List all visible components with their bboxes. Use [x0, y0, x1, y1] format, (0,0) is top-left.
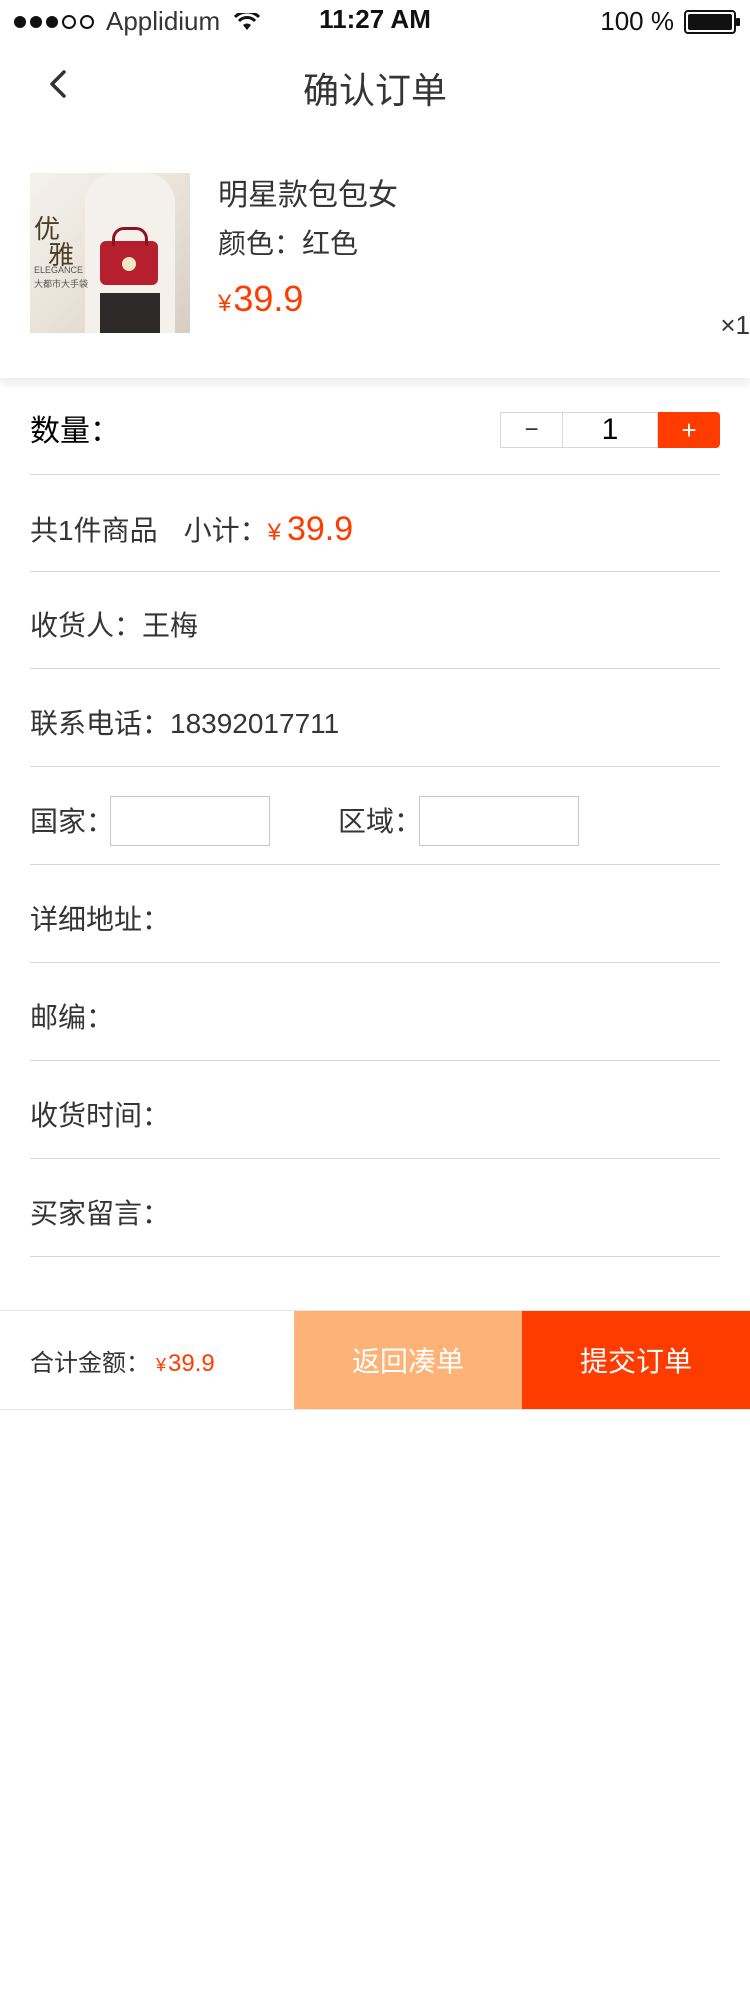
phone-label: 联系电话：18392017711	[30, 708, 340, 739]
quantity-label: 数量：	[30, 415, 120, 448]
postcode-label: 邮编：	[30, 1002, 115, 1033]
country-input[interactable]	[110, 796, 270, 846]
quantity-stepper[interactable]: − 1 +	[500, 412, 720, 448]
product-color: 颜色：红色	[218, 228, 359, 259]
delivery-time-label: 收货时间：	[30, 1100, 171, 1131]
postcode-row[interactable]: 邮编：	[30, 964, 720, 1061]
address-label: 详细地址：	[30, 904, 171, 935]
product-name: 明星款包包女	[218, 179, 398, 212]
area-label: 区域：	[338, 806, 423, 837]
nav-bar: 确认订单	[0, 40, 750, 129]
product-image[interactable]: 优 雅 ELEGANCE 大都市大手袋	[30, 173, 190, 333]
total-label: 合计金额：	[30, 1350, 150, 1377]
subtotal-label: 小计：	[183, 515, 268, 546]
currency-symbol: ¥	[267, 519, 281, 546]
subtotal-row: 共1件商品 小计： ¥ 39.9	[30, 475, 720, 572]
area-input[interactable]	[419, 796, 579, 846]
region-row: 国家： 区域：	[30, 768, 720, 865]
currency-symbol: ¥	[156, 1355, 167, 1375]
total-value: 39.9	[168, 1350, 215, 1377]
currency-symbol: ¥	[218, 290, 232, 317]
increase-button[interactable]: +	[658, 412, 720, 448]
recipient-label: 收货人：王梅	[30, 610, 199, 641]
submit-order-button[interactable]: 提交订单	[522, 1311, 750, 1409]
back-to-cart-button[interactable]: 返回凑单	[294, 1311, 522, 1409]
quantity-row: 数量： − 1 +	[30, 378, 720, 475]
product-card[interactable]: 优 雅 ELEGANCE 大都市大手袋 明星款包包女 颜色：红色 ¥ 39.9 …	[0, 128, 750, 378]
buyer-message-row[interactable]: 买家留言：	[30, 1160, 720, 1257]
page-title: 确认订单	[302, 70, 447, 111]
price-value: 39.9	[233, 278, 304, 319]
product-price: ¥ 39.9	[218, 278, 303, 320]
total-amount: 合计金额： ¥ 39.9	[30, 1343, 215, 1378]
quantity-value[interactable]: 1	[562, 412, 658, 448]
battery-percent: 100 %	[600, 6, 674, 36]
recipient-row[interactable]: 收货人：王梅	[30, 572, 720, 669]
subtotal-text: 共1件商品 小计： ¥ 39.9	[30, 509, 353, 549]
subtotal-price: ¥ 39.9	[268, 510, 354, 549]
subtotal-value: 39.9	[286, 510, 354, 548]
battery-icon	[684, 9, 740, 34]
delivery-time-row[interactable]: 收货时间：	[30, 1062, 720, 1159]
phone-row[interactable]: 联系电话：18392017711	[30, 670, 720, 767]
country-label: 国家：	[30, 806, 115, 837]
checkout-bar: 合计金额： ¥ 39.9 返回凑单 提交订单	[0, 1310, 750, 1410]
decrease-button[interactable]: −	[500, 412, 562, 448]
address-row[interactable]: 详细地址：	[30, 866, 720, 963]
buyer-message-label: 买家留言：	[30, 1198, 171, 1229]
status-right: 100 %	[600, 6, 740, 37]
status-bar: Applidium 11:27 AM 100 %	[0, 0, 750, 40]
product-quantity: ×1	[720, 310, 750, 340]
item-count: 共1件商品	[30, 515, 158, 546]
